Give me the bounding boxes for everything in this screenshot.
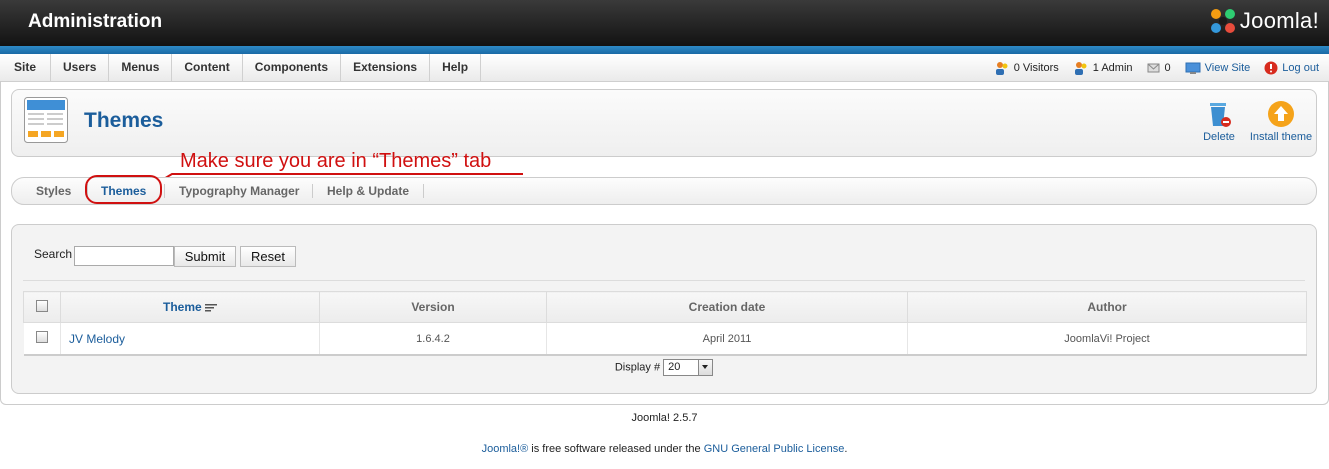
divider [23,280,1305,281]
version-column-header: Version [319,291,547,323]
status-bar: 0 Visitors 1 Admin 0 View Site Log out [980,54,1319,81]
menu-item-content[interactable]: Content [172,54,243,81]
admin-status: 1 Admin [1073,61,1133,75]
menu-item-help[interactable]: Help [430,54,482,81]
users-icon [995,61,1008,75]
menu-item-components[interactable]: Components [243,54,342,81]
sort-icon [205,303,218,312]
delete-button[interactable]: Delete [1194,100,1244,143]
visitors-count: 0 Visitors [1013,61,1059,74]
blue-accent-bar [0,46,1329,54]
submit-button[interactable]: Submit [174,246,236,267]
monitor-icon [1185,62,1201,74]
theme-author: JoomlaVi! Project [907,322,1307,356]
themes-page-icon [24,97,68,143]
visitors-status: 0 Visitors [994,61,1059,75]
admin-user-icon [1074,61,1087,75]
messages-status[interactable]: 0 [1147,62,1171,74]
trash-icon [1210,103,1231,127]
menu-item-menus[interactable]: Menus [109,54,173,81]
tab-separator [423,184,424,198]
themes-list-panel: Search Submit Reset Theme Version Creati… [11,224,1317,394]
license-end: . [844,443,848,455]
display-limit-value: 20 [668,361,681,373]
annotation-text: Make sure you are in “Themes” tab [180,150,492,172]
menu-item-extensions[interactable]: Extensions [341,54,431,81]
search-label: Search [34,247,73,261]
creation-date-column-header: Creation date [546,291,908,323]
row-checkbox-cell [23,322,61,356]
search-input[interactable] [74,246,174,266]
tab-styles[interactable]: Styles [36,178,71,204]
reset-button[interactable]: Reset [240,246,296,267]
display-label: Display # [614,361,661,374]
messages-count: 0 [1164,61,1171,74]
logout-label: Log out [1282,61,1319,74]
chevron-down-icon [698,360,713,375]
toolbar-panel: Themes Delete Install theme [11,89,1317,157]
theme-header-label: Theme [162,300,202,314]
admin-title: Administration [28,11,163,32]
themes-table: Theme Version Creation date Author JV Me… [23,291,1307,356]
table-row: JV Melody 1.6.4.2 April 2011 JoomlaVi! P… [23,322,1307,356]
theme-column-header[interactable]: Theme [60,291,320,323]
joomla-logo-text: Joomla! [1239,8,1319,33]
joomla-logo-icon [1210,9,1235,33]
view-site-link[interactable]: View Site [1185,61,1251,74]
display-limit-select[interactable]: 20 [663,359,714,376]
menu-item-users[interactable]: Users [51,54,110,81]
version-footer: Joomla! 2.5.7 [631,412,698,424]
row-checkbox[interactable] [35,331,48,343]
menu-bar: Site Users Menus Content Components Exte… [0,54,1329,82]
upload-icon [1268,101,1294,127]
joomla-logo[interactable]: Joomla! [1208,6,1319,36]
tab-typography-manager[interactable]: Typography Manager [179,178,299,204]
table-header-row: Theme Version Creation date Author [23,291,1307,323]
view-site-label: View Site [1204,61,1251,74]
joomla-link[interactable]: Joomla!® [482,443,529,455]
menu-item-site[interactable]: Site [0,54,52,81]
theme-creation-date: April 2011 [546,322,908,356]
install-theme-label: Install theme [1249,131,1313,143]
license-footer: Joomla!® is free software released under… [0,443,1329,455]
gpl-license-link[interactable]: GNU General Public License [704,443,845,455]
logout-icon [1264,61,1278,74]
tab-separator [164,184,165,198]
admin-header: Administration Joomla! [0,0,1329,46]
sub-tabs: Styles Themes Typography Manager Help & … [11,177,1317,205]
select-all-cell [23,291,61,323]
messages-icon [1147,63,1160,72]
delete-label: Delete [1203,131,1235,143]
theme-version: 1.6.4.2 [319,322,547,356]
theme-name[interactable]: JV Melody [60,322,320,356]
page-title: Themes [84,109,164,132]
select-all-checkbox[interactable] [36,299,48,312]
tab-help-update[interactable]: Help & Update [327,178,409,204]
install-theme-button[interactable]: Install theme [1248,100,1314,143]
tab-separator [312,184,313,198]
logout-link[interactable]: Log out [1264,61,1319,75]
pagination-display: Display # 20 [12,359,1316,376]
annotation-circle [85,175,162,204]
author-column-header: Author [907,291,1307,323]
license-text: is free software released under the [528,443,704,455]
admin-count: 1 Admin [1092,61,1133,74]
